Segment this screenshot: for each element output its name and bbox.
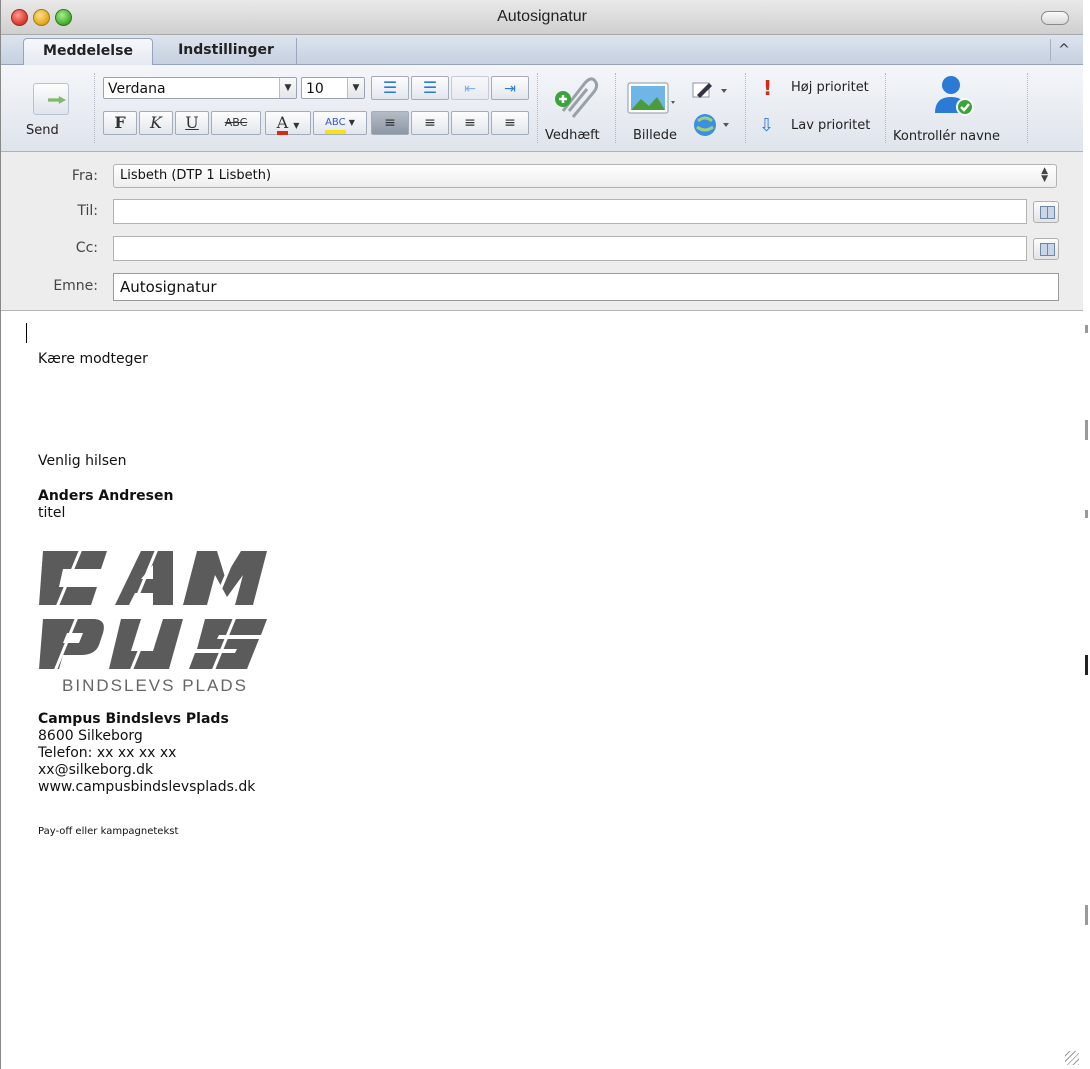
org-phone: Telefon: xx xx xx xx: [38, 745, 177, 761]
hyperlink-button[interactable]: [691, 111, 733, 139]
highlight-icon: ABC: [325, 116, 346, 134]
campus-logo: [39, 548, 267, 672]
window-title: Autosignatur: [497, 8, 587, 25]
text-cursor: [26, 323, 27, 343]
org-website: www.campusbindslevsplads.dk: [38, 779, 256, 795]
bold-button[interactable]: F: [103, 111, 137, 135]
closing-text: Venlig hilsen: [38, 453, 127, 469]
font-size-value: 10: [306, 81, 324, 97]
align-left-icon: ≡: [384, 115, 396, 131]
org-name: Campus Bindslevs Plads: [38, 711, 229, 727]
sender-name: Anders Andresen: [38, 488, 174, 504]
subject-field[interactable]: Autosignatur: [113, 273, 1059, 301]
justify-button[interactable]: ≡: [491, 111, 529, 135]
ribbon-toolbar: Send Verdana ▼ 10 ▼ ☰ ☰ ⇤ ⇥ F K U ABC A …: [1, 65, 1083, 152]
cc-address-book-button[interactable]: [1033, 238, 1059, 260]
high-priority-label: Høj prioritet: [791, 80, 869, 95]
underline-button[interactable]: U: [175, 111, 209, 135]
sender-title: titel: [38, 505, 66, 521]
message-header: Fra: Lisbeth (DTP 1 Lisbeth) ▲ ▼ Til: Cc:…: [1, 152, 1083, 311]
signature-button[interactable]: [691, 79, 733, 103]
globe-link-icon: [694, 114, 729, 136]
pen-icon: [692, 82, 727, 98]
send-label: Send: [26, 123, 59, 138]
person-check-icon: [935, 76, 974, 116]
paperclip-icon: [555, 77, 599, 118]
from-select[interactable]: Lisbeth (DTP 1 Lisbeth) ▲ ▼: [113, 164, 1057, 188]
align-center-icon: ≡: [424, 115, 436, 131]
bullet-list-icon: ☰: [382, 78, 398, 97]
align-left-button[interactable]: ≡: [371, 111, 409, 135]
resize-grip[interactable]: [1065, 1051, 1079, 1065]
numbered-list-button[interactable]: ☰: [411, 76, 449, 100]
font-family-select[interactable]: Verdana ▼: [103, 77, 297, 99]
send-button[interactable]: Send: [23, 77, 79, 147]
to-address-book-button[interactable]: [1033, 201, 1059, 223]
cc-label: Cc:: [75, 240, 98, 256]
bullet-list-button[interactable]: ☰: [371, 76, 409, 100]
chevron-down-icon: ▼: [348, 118, 355, 127]
decrease-indent-button[interactable]: ⇤: [451, 76, 489, 100]
check-names-label: Kontrollér navne: [893, 129, 1001, 144]
numbered-list-icon: ☰: [422, 78, 438, 97]
down-arrow-icon: ⇩: [759, 115, 775, 136]
attach-label: Vedhæft: [545, 128, 600, 143]
from-label: Fra:: [71, 168, 98, 184]
subject-label: Emne:: [53, 278, 98, 294]
attach-button[interactable]: Vedhæft: [541, 71, 605, 147]
justify-icon: ≡: [504, 115, 516, 131]
font-family-value: Verdana: [108, 81, 166, 97]
message-body[interactable]: Kære modteger Venlig hilsen Anders Andre…: [1, 311, 1083, 1069]
chevron-down-icon: ▼: [293, 121, 300, 130]
align-center-button[interactable]: ≡: [411, 111, 449, 135]
italic-button[interactable]: K: [139, 111, 173, 135]
collapse-ribbon-button[interactable]: ^: [1050, 39, 1077, 61]
picture-label: Billede: [633, 128, 678, 143]
greeting-text: Kære modteger: [38, 351, 148, 367]
low-priority-label: Lav prioritet: [791, 118, 871, 133]
from-value: Lisbeth (DTP 1 Lisbeth): [120, 168, 272, 183]
high-priority-button[interactable]: ! Høj prioritet: [757, 77, 877, 101]
send-icon: [33, 83, 69, 115]
strikethrough-button[interactable]: ABC: [211, 111, 261, 135]
mail-compose-window: Autosignatur Meddelelse Indstillinger ^ …: [0, 0, 1084, 1069]
cc-field[interactable]: [113, 236, 1027, 261]
align-right-button[interactable]: ≡: [451, 111, 489, 135]
font-size-select[interactable]: 10 ▼: [301, 77, 365, 99]
tab-indstillinger[interactable]: Indstillinger: [156, 38, 297, 64]
exclamation-icon: !: [763, 76, 773, 100]
org-email: xx@silkeborg.dk: [38, 762, 154, 778]
highlight-button[interactable]: ABC ▼: [313, 111, 367, 135]
chevron-down-icon: ▼: [347, 78, 364, 98]
to-field[interactable]: [113, 199, 1027, 224]
tab-meddelelse[interactable]: Meddelelse: [23, 38, 153, 65]
org-city: 8600 Silkeborg: [38, 728, 143, 744]
font-color-icon: A: [276, 115, 289, 135]
payoff-text: Pay-off eller kampagnetekst: [38, 826, 179, 837]
low-priority-button[interactable]: ⇩ Lav prioritet: [757, 115, 877, 139]
background-window-edge: [1083, 0, 1090, 1069]
align-right-icon: ≡: [464, 115, 476, 131]
toolbar-toggle-button[interactable]: [1041, 11, 1069, 25]
check-names-button[interactable]: Kontrollér navne: [889, 71, 1019, 147]
chevron-down-icon: ▼: [279, 78, 296, 98]
logo-subtitle: BINDSLEVS PLADS: [62, 676, 248, 695]
outdent-icon: ⇤: [464, 81, 476, 97]
updown-arrows-icon: ▲ ▼: [1041, 166, 1048, 184]
to-label: Til:: [77, 203, 98, 219]
font-color-button[interactable]: A ▼: [265, 111, 311, 135]
picture-icon: [627, 82, 675, 114]
increase-indent-button[interactable]: ⇥: [491, 76, 529, 100]
title-bar: Autosignatur: [1, 0, 1083, 35]
picture-button[interactable]: Billede: [621, 71, 687, 147]
ribbon-tabs: Meddelelse Indstillinger ^: [1, 35, 1083, 65]
indent-icon: ⇥: [504, 81, 516, 97]
